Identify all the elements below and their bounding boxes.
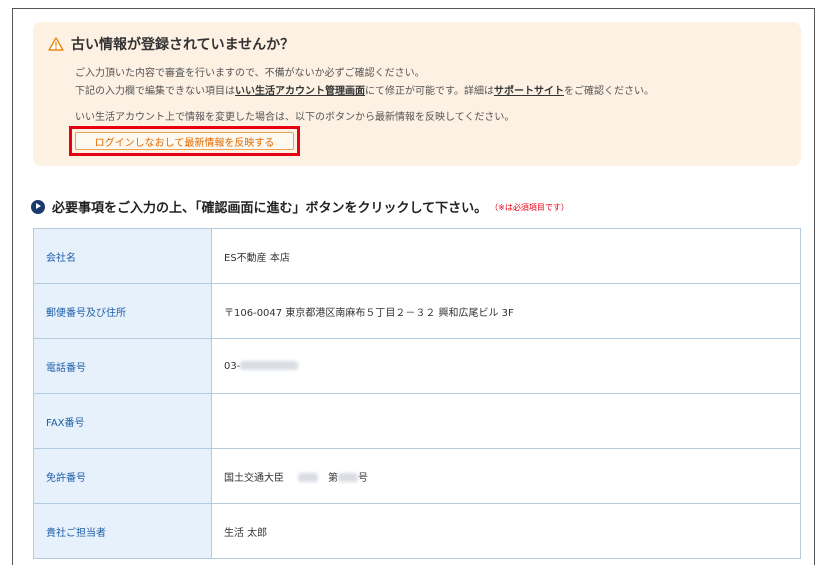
arrow-circle-icon — [31, 199, 45, 214]
notice-line-2-mid: にて修正が可能です。詳細は — [365, 86, 494, 97]
phone-prefix: 03- — [224, 360, 241, 372]
relogin-refresh-button[interactable]: ログインしなおして最新情報を反映する — [75, 132, 294, 150]
notice-title: 古い情報が登録されていませんか？ — [71, 37, 295, 53]
company-name-label: 会社名 — [33, 228, 212, 284]
table-row: 貴社ご担当者 生活 太郎 — [33, 503, 801, 559]
license-number-suffix: 号 — [358, 472, 368, 484]
notice-line-1: ご入力頂いた内容で審査を行いますので、不備がないか必ずご確認ください。 — [75, 68, 425, 79]
notice-header: 古い情報が登録されていませんか？ — [48, 34, 294, 54]
fax-label: FAX番号 — [33, 393, 212, 449]
section-title: 必要事項をご入力の上、「確認画面に進む」ボタンをクリックして下さい。 — [52, 201, 488, 216]
table-row: 会社名 ES不動産 本店 — [33, 228, 801, 284]
notice-line-2-post: をご確認ください。 — [564, 86, 654, 97]
license-number-prefix: 第 — [328, 472, 338, 484]
address-value: 〒106-0047 東京都港区南麻布５丁目２－３２ 興和広尾ビル 3F — [211, 283, 801, 339]
notice-line-2-pre: 下記の入力欄で編集できない項目は — [75, 86, 235, 97]
license-value: 国土交通大臣 第 号 — [211, 448, 801, 504]
license-label: 免許番号 — [33, 448, 212, 504]
section-heading: 必要事項をご入力の上、「確認画面に進む」ボタンをクリックして下さい。 （※は必須… — [31, 197, 569, 216]
company-name-value: ES不動産 本店 — [211, 228, 801, 284]
contact-person-value: 生活 太郎 — [211, 503, 801, 559]
notice-line-2: 下記の入力欄で編集できない項目はいい生活アカウント管理画面にて修正が可能です。詳… — [75, 82, 654, 97]
table-row: 免許番号 国土交通大臣 第 号 — [33, 448, 801, 504]
redacted-phone — [240, 361, 299, 370]
redacted-license-period — [298, 473, 318, 482]
page-frame: 古い情報が登録されていませんか？ ご入力頂いた内容で審査を行いますので、不備がな… — [12, 8, 815, 565]
outdated-info-notice: 古い情報が登録されていませんか？ ご入力頂いた内容で審査を行いますので、不備がな… — [33, 22, 801, 166]
fax-value — [211, 393, 801, 449]
company-info-table: 会社名 ES不動産 本店 郵便番号及び住所 〒106-0047 東京都港区南麻布… — [33, 228, 801, 559]
table-row: 電話番号 03- — [33, 338, 801, 394]
phone-value: 03- — [211, 338, 801, 394]
redacted-license-number — [338, 473, 358, 482]
button-highlight-frame: ログインしなおして最新情報を反映する — [69, 126, 300, 156]
account-management-link[interactable]: いい生活アカウント管理画面 — [235, 86, 365, 97]
notice-line-3: いい生活アカウント上で情報を変更した場合は、以下のボタンから最新情報を反映してく… — [75, 112, 515, 123]
table-row: 郵便番号及び住所 〒106-0047 東京都港区南麻布５丁目２－３２ 興和広尾ビ… — [33, 283, 801, 339]
required-note: （※は必須項目です） — [490, 203, 569, 212]
support-site-link[interactable]: サポートサイト — [494, 86, 564, 97]
contact-person-label: 貴社ご担当者 — [33, 503, 212, 559]
warning-icon — [48, 37, 64, 51]
address-label: 郵便番号及び住所 — [33, 283, 212, 339]
license-issuer: 国土交通大臣 — [224, 472, 284, 484]
phone-label: 電話番号 — [33, 338, 212, 394]
table-row: FAX番号 — [33, 393, 801, 449]
